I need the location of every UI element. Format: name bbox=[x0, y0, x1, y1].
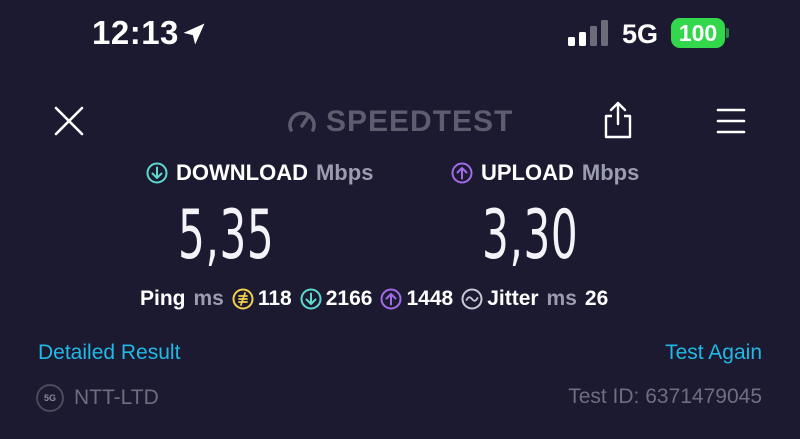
latency-stats-row: Ping ms 118 2166 1448 Jitter ms 26 bbox=[140, 286, 608, 312]
ping-value: 118 bbox=[257, 287, 292, 310]
upload-speed-value: 3,30 bbox=[482, 196, 579, 275]
jitter-icon bbox=[461, 288, 483, 310]
ping-unit: ms bbox=[193, 287, 224, 310]
download-header: DOWNLOAD Mbps bbox=[146, 160, 373, 186]
logo-text: SPEEDTEST bbox=[326, 105, 514, 138]
upload-label: UPLOAD bbox=[481, 160, 574, 185]
upload-latency-icon bbox=[380, 288, 402, 310]
isp-name: NTT-LTD bbox=[74, 386, 159, 409]
download-unit: Mbps bbox=[315, 160, 374, 185]
battery-level: 100 bbox=[678, 20, 718, 46]
test-id: Test ID: 6371479045 bbox=[568, 385, 762, 408]
download-latency-value: 2166 bbox=[325, 287, 373, 310]
upload-header: UPLOAD Mbps bbox=[451, 160, 639, 186]
isp-badge-icon: 5G bbox=[36, 384, 64, 412]
download-arrow-icon bbox=[146, 162, 168, 184]
network-type: 5G bbox=[622, 19, 659, 49]
jitter-value: 26 bbox=[584, 287, 609, 310]
upload-arrow-icon bbox=[451, 162, 473, 184]
close-icon[interactable] bbox=[52, 104, 86, 138]
location-arrow-icon bbox=[183, 23, 205, 45]
ping-icon bbox=[232, 288, 254, 310]
detailed-result-link[interactable]: Detailed Result bbox=[38, 341, 180, 365]
download-speed-value: 5,35 bbox=[178, 196, 275, 275]
upload-latency-value: 1448 bbox=[406, 287, 454, 310]
status-time: 12:13 bbox=[92, 14, 179, 51]
download-latency-icon bbox=[300, 288, 322, 310]
jitter-unit: ms bbox=[546, 287, 577, 310]
download-label: DOWNLOAD bbox=[176, 160, 308, 185]
jitter-label: Jitter bbox=[487, 287, 539, 310]
isp-info: 5G NTT-LTD bbox=[36, 384, 159, 412]
ping-label: Ping bbox=[140, 287, 186, 310]
signal-strength-icon bbox=[568, 20, 608, 46]
upload-unit: Mbps bbox=[581, 160, 640, 185]
test-again-link[interactable]: Test Again bbox=[665, 341, 762, 365]
speedtest-logo: SPEEDTEST bbox=[286, 105, 514, 138]
menu-icon[interactable] bbox=[716, 106, 746, 136]
share-icon[interactable] bbox=[602, 100, 634, 140]
battery-indicator: 100 bbox=[671, 18, 729, 48]
speedometer-icon bbox=[288, 111, 316, 132]
